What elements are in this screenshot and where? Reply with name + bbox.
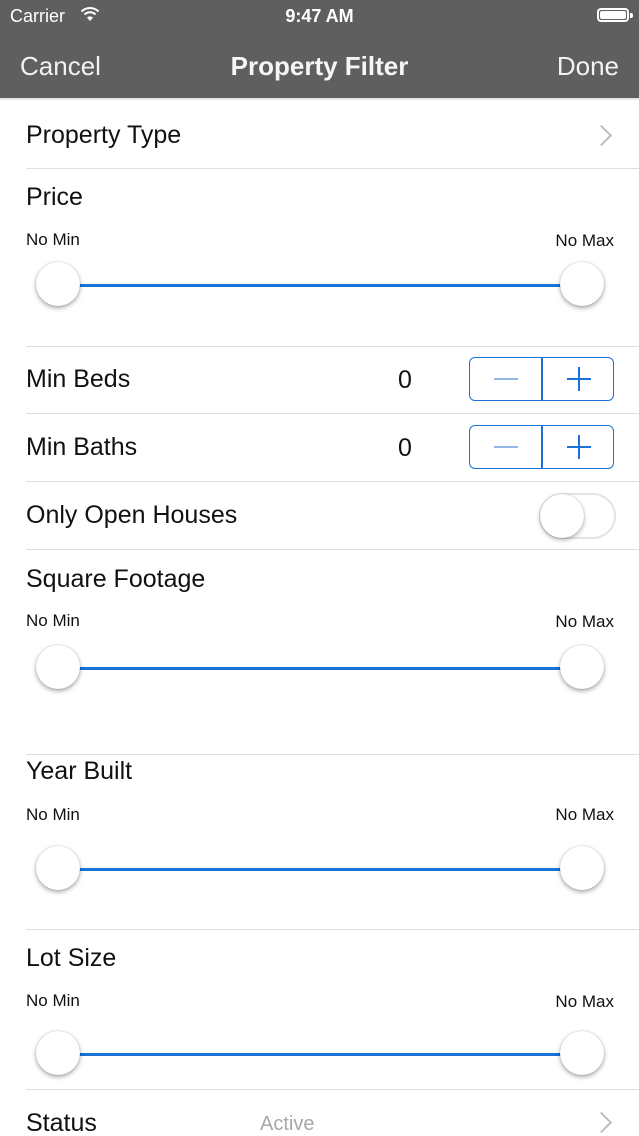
separator xyxy=(26,1089,639,1090)
lot-size-max-label: No Max xyxy=(555,992,614,1011)
slider-track xyxy=(58,284,582,287)
square-footage-min-label: No Min xyxy=(26,611,80,630)
price-label: Price xyxy=(26,183,83,211)
separator xyxy=(26,929,639,930)
open-houses-toggle[interactable] xyxy=(539,493,616,539)
min-beds-value: 0 xyxy=(398,366,412,394)
property-filter-screen: Carrier 9:47 AM Cancel Property Filter D… xyxy=(0,0,639,1136)
min-baths-decrement-button[interactable] xyxy=(470,426,541,468)
status-bar: Carrier 9:47 AM xyxy=(0,0,639,34)
separator xyxy=(26,168,639,169)
separator xyxy=(26,549,639,550)
lot-size-max-thumb[interactable] xyxy=(560,1031,604,1075)
property-type-label: Property Type xyxy=(26,121,182,149)
year-built-max-thumb[interactable] xyxy=(560,846,604,890)
price-min-thumb[interactable] xyxy=(36,262,80,306)
min-baths-stepper[interactable] xyxy=(469,425,614,469)
open-houses-label: Only Open Houses xyxy=(26,501,238,529)
year-built-range-slider[interactable] xyxy=(36,846,604,892)
nav-bar: Cancel Property Filter Done xyxy=(0,34,639,98)
status-value: Active xyxy=(260,1113,315,1135)
status-label: Status xyxy=(26,1109,97,1136)
price-max-label: No Max xyxy=(555,231,614,250)
year-built-label: Year Built xyxy=(26,757,133,785)
min-beds-increment-button[interactable] xyxy=(543,358,614,400)
lot-size-range-slider[interactable] xyxy=(36,1031,604,1077)
min-beds-decrement-button[interactable] xyxy=(470,358,541,400)
separator xyxy=(26,754,639,755)
square-footage-label: Square Footage xyxy=(26,565,206,593)
price-min-label: No Min xyxy=(26,230,80,249)
page-title: Property Filter xyxy=(230,51,409,81)
year-built-max-label: No Max xyxy=(555,805,614,824)
chevron-right-icon xyxy=(590,1111,613,1134)
min-beds-stepper[interactable] xyxy=(469,357,614,401)
separator xyxy=(26,481,639,482)
nav-shadow xyxy=(0,98,639,101)
square-footage-range-slider[interactable] xyxy=(36,645,604,691)
lot-size-min-label: No Min xyxy=(26,991,80,1010)
price-range-slider[interactable] xyxy=(36,262,604,308)
min-baths-label: Min Baths xyxy=(26,433,138,461)
lot-size-min-thumb[interactable] xyxy=(36,1031,80,1075)
min-beds-label: Min Beds xyxy=(26,365,131,393)
chevron-right-icon xyxy=(590,124,613,147)
slider-track xyxy=(58,868,582,871)
separator xyxy=(26,346,639,347)
year-built-min-label: No Min xyxy=(26,805,80,824)
separator xyxy=(26,413,639,414)
square-footage-max-thumb[interactable] xyxy=(560,645,604,689)
min-baths-increment-button[interactable] xyxy=(543,426,614,468)
slider-track xyxy=(58,1053,582,1056)
lot-size-label: Lot Size xyxy=(26,944,117,972)
year-built-min-thumb[interactable] xyxy=(36,846,80,890)
slider-track xyxy=(58,667,582,670)
toggle-knob xyxy=(540,494,584,538)
clock: 9:47 AM xyxy=(285,6,354,26)
square-footage-min-thumb[interactable] xyxy=(36,645,80,689)
battery-icon xyxy=(597,8,633,22)
min-baths-value: 0 xyxy=(398,434,412,462)
square-footage-max-label: No Max xyxy=(555,612,614,631)
price-max-thumb[interactable] xyxy=(560,262,604,306)
done-button[interactable]: Done xyxy=(557,51,619,82)
